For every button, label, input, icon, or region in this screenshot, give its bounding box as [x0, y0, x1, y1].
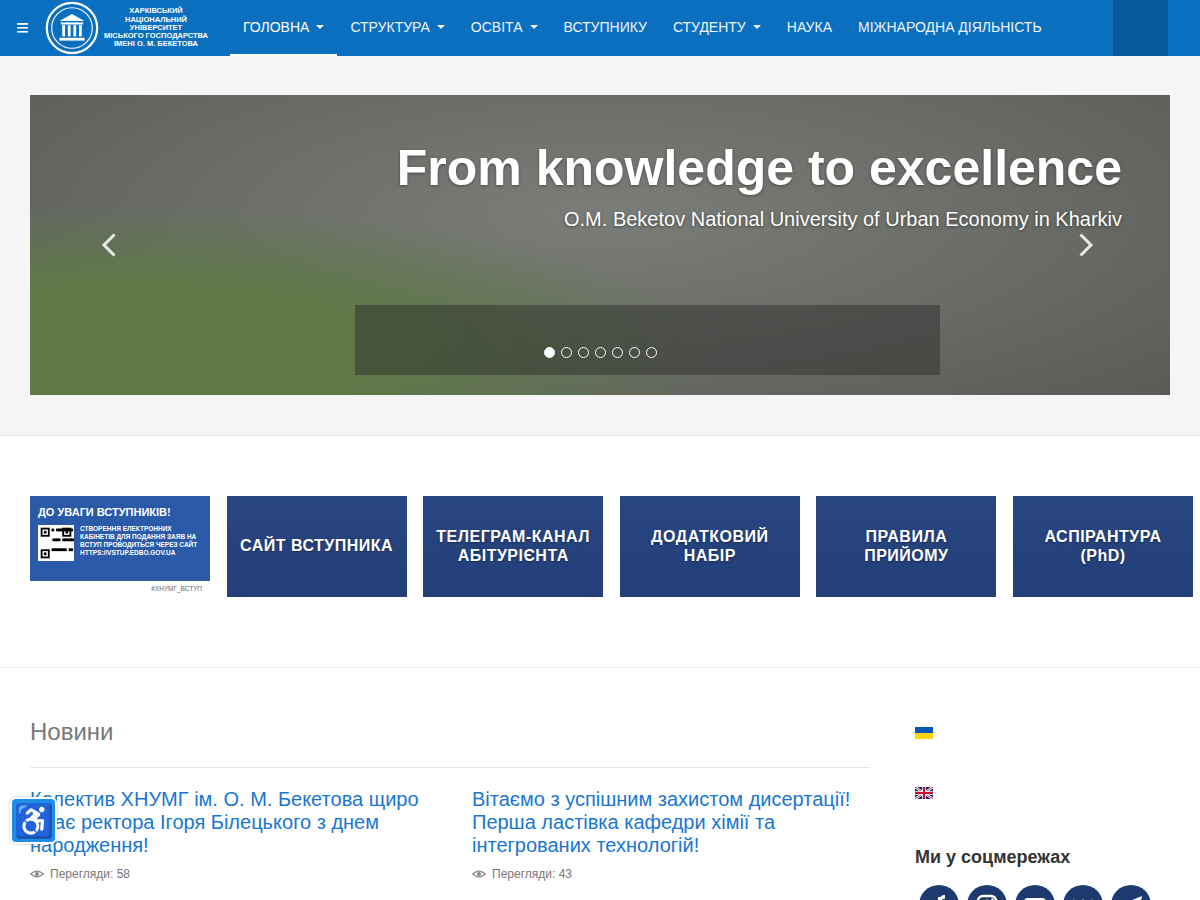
language-row [915, 782, 1170, 842]
banner-title: ПРАВИЛА ПРИЙОМУ [824, 528, 988, 565]
logo-text: ХАРКІВСЬКИЙНАЦІОНАЛЬНИЙУНІВЕРСИТЕТМІСЬКО… [104, 7, 208, 48]
main-menu: ГОЛОВНАСТРУКТУРАОСВІТАВСТУПНИКУСТУДЕНТУН… [230, 0, 1055, 56]
search-slot[interactable] [1113, 0, 1168, 56]
menu-item[interactable]: СТУДЕНТУ [660, 0, 774, 56]
news-grid: Колектив ХНУМГ ім. О. М. Бекетова щиро в… [30, 788, 870, 883]
banner-body: СТВОРЕННЯ ЕЛЕКТРОННИХ КАБІНЕТІВ ДЛЯ ПОДА… [30, 525, 210, 565]
slide-title: From knowledge to excellence [397, 141, 1122, 196]
social-link[interactable] [967, 885, 1007, 900]
uk-flag-icon [915, 787, 933, 799]
instagram-icon [967, 885, 1007, 900]
banner-title: АСПІРАНТУРА (PhD) [1021, 528, 1185, 565]
social-links [919, 885, 1170, 900]
banner-title: ДО УВАГИ ВСТУПНИКІВ! [30, 496, 210, 525]
news-item: Колектив ХНУМГ ім. О. М. Бекетова щиро в… [30, 788, 450, 883]
menu-button[interactable]: ≡ [16, 17, 40, 39]
sidebar: Ми у соцмережах [915, 718, 1170, 900]
views-text: Перегляди: 43 [492, 865, 572, 883]
previous-slide-button[interactable] [95, 230, 125, 260]
banner-tile[interactable]: САЙТ ВСТУПНИКА [227, 496, 407, 597]
news-list: Новини Колектив ХНУМГ ім. О. М. Бекетова … [30, 718, 870, 900]
slide-indicator[interactable] [544, 347, 555, 358]
menu-item[interactable]: ВСТУПНИКУ [551, 0, 660, 56]
menu-item[interactable]: ГОЛОВНА [230, 0, 337, 56]
slider[interactable]: From knowledge to excellence O.M. Beketov… [30, 95, 1170, 395]
university-emblem-icon [44, 0, 100, 56]
social-link[interactable] [919, 885, 959, 900]
logo-line: ІМЕНІ О. М. БЕКЕТОВА [104, 40, 208, 48]
hero-section: From knowledge to excellence O.M. Beketov… [0, 56, 1200, 436]
top-navbar: ≡ ХАРКІВСЬКИЙНАЦІОНАЛЬНИЙУНІВЕРСИТЕТМІСЬК… [0, 0, 1200, 56]
qr-code-icon [38, 525, 74, 561]
eye-icon [30, 869, 44, 879]
language-switch[interactable] [915, 787, 933, 799]
news-section: Новини Колектив ХНУМГ ім. О. М. Бекетова … [0, 668, 1200, 900]
social-link[interactable] [1111, 885, 1151, 900]
logo-line: МІСЬКОГО ГОСПОДАРСТВА [104, 32, 208, 40]
banner-tag: #ХНУМГ_ВСТУП [30, 581, 210, 597]
menu-item[interactable]: НАУКА [774, 0, 845, 56]
menu-item[interactable]: СТРУКТУРА [337, 0, 457, 56]
slide-indicator[interactable] [629, 347, 640, 358]
logo-line: УНІВЕРСИТЕТ [104, 24, 208, 32]
banner-tile[interactable]: ПРАВИЛА ПРИЙОМУ [816, 496, 996, 597]
logo-line: НАЦІОНАЛЬНИЙ [104, 16, 208, 24]
social-heading: Ми у соцмережах [915, 844, 1170, 871]
banner-title: ДОДАТКОВИЙ НАБІР [628, 528, 792, 565]
banner-tile[interactable]: ДОДАТКОВИЙ НАБІР [620, 496, 800, 597]
chevron-right-icon [1070, 230, 1100, 260]
views-text: Перегляди: 58 [50, 865, 130, 883]
banner-tile[interactable]: ТЕЛЕГРАМ-КАНАЛ АБІТУРІЄНТА [423, 496, 603, 597]
vk-icon [1063, 885, 1103, 900]
menu-item[interactable]: МІЖНАРОДНА ДІЯЛЬНІСТЬ [845, 0, 1055, 56]
language-row [915, 722, 1170, 782]
telegram-icon [1111, 885, 1151, 900]
banner-row: ДО УВАГИ ВСТУПНИКІВ!СТВОРЕННЯ ЕЛЕКТРОННИ… [0, 436, 1200, 668]
logo-line: ХАРКІВСЬКИЙ [104, 7, 208, 15]
slide-indicator[interactable] [595, 347, 606, 358]
social-link[interactable] [1015, 885, 1055, 900]
banner-detail: СТВОРЕННЯ ЕЛЕКТРОННИХ КАБІНЕТІВ ДЛЯ ПОДА… [80, 525, 202, 558]
ukraine-flag-icon [915, 727, 933, 739]
next-slide-button[interactable] [1070, 230, 1100, 260]
eye-icon [472, 869, 486, 879]
social-link[interactable] [1063, 885, 1103, 900]
menu-item[interactable]: ОСВІТА [458, 0, 551, 56]
slide-caption: From knowledge to excellence O.M. Beketov… [397, 141, 1122, 234]
accessibility-button[interactable]: ♿ [10, 797, 57, 844]
banner-tile[interactable]: АСПІРАНТУРА (PhD) [1013, 496, 1193, 597]
news-item: Вітаємо з успішним захистом дисертації! … [472, 788, 870, 883]
chevron-left-icon [95, 230, 125, 260]
banner-tile[interactable]: ДО УВАГИ ВСТУПНИКІВ!СТВОРЕННЯ ЕЛЕКТРОННИ… [30, 496, 210, 597]
slide-indicator[interactable] [646, 347, 657, 358]
university-logo[interactable]: ХАРКІВСЬКИЙНАЦІОНАЛЬНИЙУНІВЕРСИТЕТМІСЬКО… [44, 0, 208, 56]
indicator-shade [355, 305, 940, 375]
news-title[interactable]: Вітаємо з успішним захистом дисертації! … [472, 788, 870, 857]
banner-title: САЙТ ВСТУПНИКА [240, 537, 393, 555]
slide-indicator[interactable] [612, 347, 623, 358]
slide-indicator[interactable] [561, 347, 572, 358]
language-switch[interactable] [915, 727, 933, 739]
slide-indicators [30, 347, 1170, 358]
banner-title: ТЕЛЕГРАМ-КАНАЛ АБІТУРІЄНТА [431, 528, 595, 565]
news-heading: Новини [30, 718, 870, 768]
views-counter: Перегляди: 43 [472, 865, 870, 883]
slide-subtitle: O.M. Beketov National University of Urba… [397, 204, 1122, 234]
slide-indicator[interactable] [578, 347, 589, 358]
news-title[interactable]: Колектив ХНУМГ ім. О. М. Бекетова щиро в… [30, 788, 450, 857]
facebook-icon [919, 885, 959, 900]
views-counter: Перегляди: 58 [30, 865, 450, 883]
youtube-icon [1015, 885, 1055, 900]
